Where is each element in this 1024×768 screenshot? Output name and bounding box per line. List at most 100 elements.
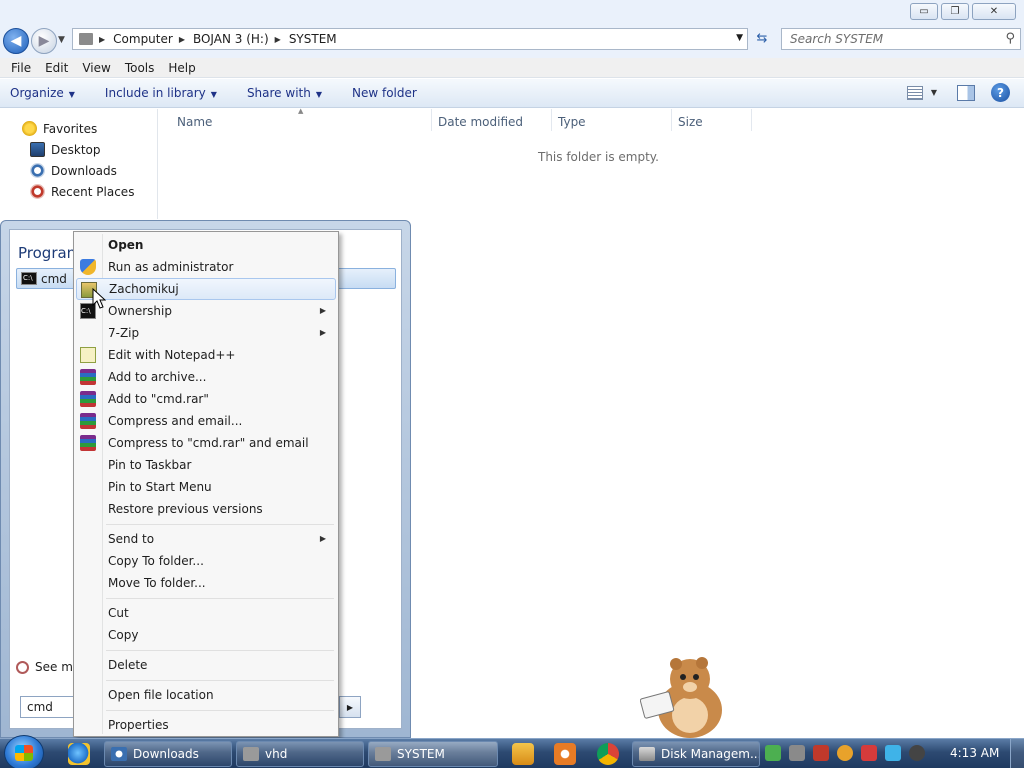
nav-desktop[interactable]: Desktop xyxy=(30,142,101,157)
tray-volume-icon[interactable] xyxy=(909,745,925,761)
include-in-library-button[interactable]: Include in library ▼ xyxy=(105,86,217,100)
winrar-icon xyxy=(80,369,96,385)
ctx-label: Pin to Start Menu xyxy=(108,480,212,494)
media-player-icon[interactable] xyxy=(512,743,534,765)
column-type[interactable]: Type xyxy=(558,115,586,129)
taskbar-button-vhd[interactable]: vhd xyxy=(236,741,364,767)
view-options-icon[interactable] xyxy=(906,85,923,100)
empty-folder-message: This folder is empty. xyxy=(538,150,659,164)
ctx-add-to-cmd-rar[interactable]: Add to "cmd.rar" xyxy=(76,388,336,410)
start-button[interactable] xyxy=(4,735,44,768)
ctx-compress-to-cmd-rar-email[interactable]: Compress to "cmd.rar" and email xyxy=(76,432,336,454)
minimize-button[interactable]: ▭ xyxy=(910,3,938,20)
ctx-properties[interactable]: Properties xyxy=(76,714,336,736)
ctx-add-to-archive[interactable]: Add to archive... xyxy=(76,366,336,388)
taskbar-button-disk-management[interactable]: Disk Managem... xyxy=(632,741,760,767)
tray-tools-icon[interactable] xyxy=(813,745,829,761)
ctx-ownership[interactable]: C:\ Ownership ▶ xyxy=(76,300,336,322)
internet-explorer-icon[interactable] xyxy=(68,743,90,765)
ctx-open-file-location[interactable]: Open file location xyxy=(76,684,336,706)
organize-button[interactable]: Organize ▼ xyxy=(10,86,75,100)
new-folder-button[interactable]: New folder xyxy=(352,86,417,100)
cmd-icon: C:\ xyxy=(21,272,37,285)
ctx-label: Copy xyxy=(108,628,139,642)
tray-search-icon[interactable] xyxy=(837,745,853,761)
ctx-zachomikuj[interactable]: Zachomikuj xyxy=(76,278,336,300)
menu-help[interactable]: Help xyxy=(161,61,202,75)
share-with-button[interactable]: Share with ▼ xyxy=(247,86,322,100)
submenu-arrow-icon: ▶ xyxy=(319,534,326,543)
ctx-edit-notepadpp[interactable]: Edit with Notepad++ xyxy=(76,344,336,366)
column-divider[interactable] xyxy=(751,109,752,131)
tray-security-icon[interactable] xyxy=(765,745,781,761)
search-input[interactable]: Search SYSTEM ⚲ xyxy=(781,28,1021,50)
address-dropdown-icon[interactable]: ▼ xyxy=(736,33,743,43)
taskbar-label: Downloads xyxy=(133,747,199,761)
ctx-move-to-folder[interactable]: Move To folder... xyxy=(76,572,336,594)
submenu-arrow-icon: ▶ xyxy=(319,328,326,337)
recent-pages-dropdown-icon[interactable]: ▼ xyxy=(58,35,65,45)
ctx-copy[interactable]: Copy xyxy=(76,624,336,646)
firefox-icon[interactable] xyxy=(554,743,576,765)
forward-button[interactable]: ▶ xyxy=(31,28,57,54)
ctx-send-to[interactable]: Send to ▶ xyxy=(76,528,336,550)
context-menu: Open Run as administrator Zachomikuj C:\… xyxy=(73,231,339,737)
taskbar-button-system[interactable]: SYSTEM xyxy=(368,741,498,767)
menu-file[interactable]: File xyxy=(4,61,38,75)
column-divider[interactable] xyxy=(671,109,672,131)
ctx-label: Move To folder... xyxy=(108,576,206,590)
column-size[interactable]: Size xyxy=(678,115,703,129)
windows-logo-icon xyxy=(15,745,33,761)
chrome-icon[interactable] xyxy=(597,743,619,765)
taskbar-label: vhd xyxy=(265,747,288,761)
menu-tools[interactable]: Tools xyxy=(118,61,162,75)
ctx-cut[interactable]: Cut xyxy=(76,602,336,624)
breadcrumb-computer[interactable]: Computer xyxy=(113,32,173,46)
address-bar[interactable]: ▶ Computer ▶ BOJAN 3 (H:) ▶ SYSTEM ▼ xyxy=(72,28,748,50)
tray-display-icon[interactable] xyxy=(885,745,901,761)
show-desktop-button[interactable] xyxy=(1010,739,1024,768)
tray-flag-icon[interactable] xyxy=(861,745,877,761)
breadcrumb-separator-icon[interactable]: ▶ xyxy=(179,35,185,44)
breadcrumb-system[interactable]: SYSTEM xyxy=(289,32,337,46)
preview-pane-icon[interactable] xyxy=(957,84,975,101)
column-name[interactable]: Name xyxy=(177,115,212,129)
breadcrumb-separator-icon[interactable]: ▶ xyxy=(99,35,105,44)
breadcrumb-drive[interactable]: BOJAN 3 (H:) xyxy=(193,32,269,46)
ctx-run-as-admin[interactable]: Run as administrator xyxy=(76,256,336,278)
column-date-modified[interactable]: Date modified xyxy=(438,115,523,129)
refresh-icon[interactable]: ⇆ xyxy=(752,31,772,49)
ctx-label: Open xyxy=(108,238,144,252)
ctx-label: Pin to Taskbar xyxy=(108,458,192,472)
search-go-icon[interactable]: ▶ xyxy=(339,696,361,718)
nav-downloads[interactable]: Downloads xyxy=(30,163,117,178)
nav-favorites[interactable]: Favorites xyxy=(22,121,97,136)
nav-recent-places[interactable]: Recent Places xyxy=(30,184,134,199)
restore-button[interactable]: ❐ xyxy=(941,3,969,20)
back-button[interactable]: ◀ xyxy=(3,28,29,54)
ctx-7zip[interactable]: 7-Zip ▶ xyxy=(76,322,336,344)
ctx-pin-start-menu[interactable]: Pin to Start Menu xyxy=(76,476,336,498)
ctx-compress-email[interactable]: Compress and email... xyxy=(76,410,336,432)
ctx-open[interactable]: Open xyxy=(76,234,336,256)
ctx-copy-to-folder[interactable]: Copy To folder... xyxy=(76,550,336,572)
ctx-label: Delete xyxy=(108,658,148,672)
help-icon[interactable]: ? xyxy=(991,83,1010,102)
ctx-pin-taskbar[interactable]: Pin to Taskbar xyxy=(76,454,336,476)
menu-edit[interactable]: Edit xyxy=(38,61,75,75)
ctx-restore-previous[interactable]: Restore previous versions xyxy=(76,498,336,520)
column-divider[interactable] xyxy=(431,109,432,131)
close-button[interactable]: ✕ xyxy=(972,3,1016,20)
search-icon[interactable]: ⚲ xyxy=(1005,31,1015,46)
taskbar-button-downloads[interactable]: Downloads xyxy=(104,741,232,767)
column-divider[interactable] xyxy=(551,109,552,131)
winrar-icon xyxy=(80,413,96,429)
tray-network-icon[interactable] xyxy=(789,745,805,761)
breadcrumb-separator-icon[interactable]: ▶ xyxy=(275,35,281,44)
view-dropdown-icon[interactable]: ▼ xyxy=(931,88,937,97)
menu-view[interactable]: View xyxy=(75,61,117,75)
winrar-icon xyxy=(80,435,96,451)
taskbar-clock[interactable]: 4:13 AM xyxy=(950,746,999,760)
command-bar: Organize ▼ Include in library ▼ Share with… xyxy=(0,79,1024,108)
ctx-delete[interactable]: Delete xyxy=(76,654,336,676)
